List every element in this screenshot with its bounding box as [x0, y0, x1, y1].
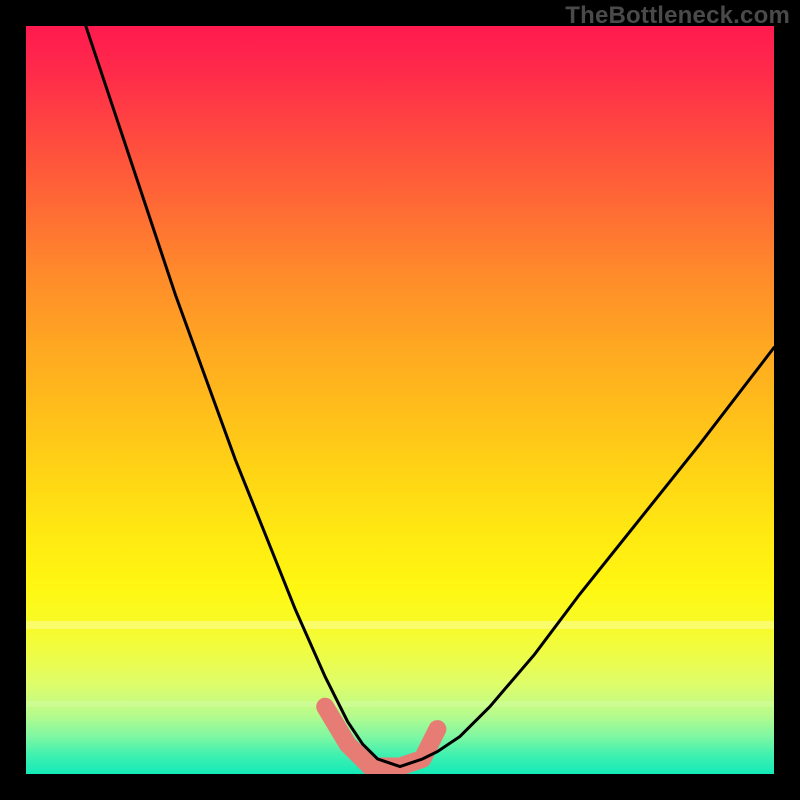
- min-marker-path: [325, 707, 437, 767]
- chart-svg: [26, 26, 774, 774]
- chart-frame: TheBottleneck.com: [0, 0, 800, 800]
- plot-area: [26, 26, 774, 774]
- watermark-text: TheBottleneck.com: [565, 2, 790, 30]
- bottleneck-curve-path: [86, 26, 774, 767]
